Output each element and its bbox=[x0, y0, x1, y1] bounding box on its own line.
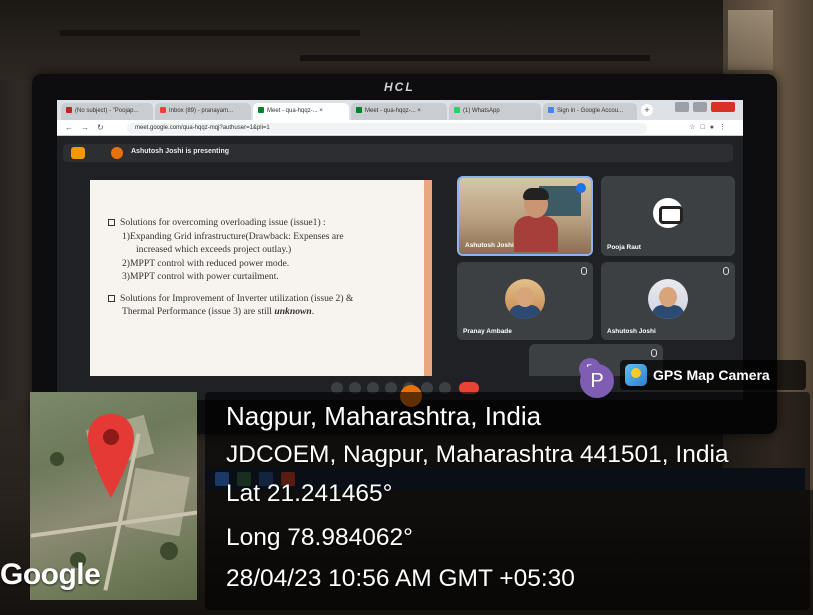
timestamp-value: 28/04/23 10:56 AM GMT +05:30 bbox=[226, 565, 575, 592]
ceiling-beam bbox=[60, 30, 360, 36]
checkbox-bullet-icon bbox=[108, 219, 115, 226]
browser-tab[interactable]: (1) WhatsApp bbox=[449, 103, 541, 120]
gps-app-name: GPS Map Camera bbox=[653, 367, 770, 383]
ceiling bbox=[0, 0, 813, 80]
participant-name: Pranay Ambade bbox=[463, 328, 512, 335]
back-arrow-icon[interactable]: ← bbox=[65, 123, 73, 132]
presenting-label: Ashutosh Joshi is presenting bbox=[131, 148, 230, 155]
participant-tile[interactable]: Pranay Ambade bbox=[457, 262, 593, 340]
new-tab-button[interactable]: + bbox=[641, 104, 653, 116]
browser-tab[interactable]: (No subject) - "Poojap... bbox=[61, 103, 153, 120]
slide-bullet: Solutions for overcoming overloading iss… bbox=[108, 216, 408, 230]
google-favicon-icon bbox=[548, 107, 554, 113]
reload-icon[interactable]: ↻ bbox=[97, 123, 104, 132]
latitude-value: Lat 21.241465° bbox=[226, 480, 393, 507]
slide-line: 1)Expanding Grid infrastructure(Drawback… bbox=[122, 230, 344, 242]
person bbox=[514, 188, 558, 252]
location-address: JDCOEM, Nagpur, Maharashtra 441501, Indi… bbox=[226, 441, 729, 468]
location-title: Nagpur, Maharashtra, India bbox=[226, 401, 542, 431]
close-window-button[interactable] bbox=[711, 102, 735, 112]
meet-favicon-icon bbox=[356, 107, 362, 113]
browser-tab[interactable]: Inbox (89) - pranayam... bbox=[155, 103, 251, 120]
gmail-favicon-icon bbox=[160, 107, 166, 113]
minimize-button[interactable] bbox=[675, 102, 689, 112]
participant-tile-active-speaker[interactable]: Ashutosh Joshi bbox=[457, 176, 593, 256]
muted-mic-icon bbox=[651, 349, 657, 357]
participant-avatar-logo bbox=[653, 198, 683, 228]
slide-line: Thermal Performance (issue 3) are still … bbox=[122, 306, 315, 317]
participant-avatar-initial: P bbox=[580, 364, 614, 398]
forward-arrow-icon[interactable]: → bbox=[81, 123, 89, 132]
participant-tile[interactable]: Ashutosh Joshi bbox=[601, 262, 735, 340]
participant-avatar bbox=[505, 279, 545, 319]
maximize-button[interactable] bbox=[693, 102, 707, 112]
meet-favicon-icon bbox=[258, 107, 264, 113]
participant-avatar bbox=[648, 279, 688, 319]
slide-line: 2)MPPT control with reduced power mode. bbox=[122, 257, 290, 269]
window-light bbox=[728, 10, 773, 70]
present-screen-icon[interactable] bbox=[71, 147, 85, 159]
browser-toolbar: ← → ↻ meet.google.com/qua-hqqz-mqj?authu… bbox=[57, 120, 743, 136]
presenter-avatar bbox=[111, 147, 123, 159]
whatsapp-favicon-icon bbox=[454, 107, 460, 113]
slide-bullet: Solutions for Improvement of Inverter ut… bbox=[108, 292, 408, 306]
browser-tab-bar: (No subject) - "Poojap... Inbox (89) - p… bbox=[57, 100, 743, 120]
presenting-banner: Ashutosh Joshi is presenting bbox=[63, 144, 733, 162]
browser-tab-active[interactable]: Meet - qua-hqqz-... × bbox=[253, 103, 349, 120]
slide-line: increased which exceeds project outlay.) bbox=[136, 244, 292, 255]
shared-slide: Solutions for overcoming overloading iss… bbox=[90, 180, 432, 395]
gmail-favicon-icon bbox=[66, 107, 72, 113]
slide-line: 3)MPPT control with power curtailment. bbox=[122, 271, 279, 282]
ceiling-beam bbox=[300, 55, 650, 61]
google-logo: Google bbox=[0, 558, 101, 591]
address-bar[interactable]: meet.google.com/qua-hqqz-mqj?authuser=1&… bbox=[127, 123, 647, 134]
participant-name: Ashutosh Joshi bbox=[465, 242, 514, 249]
checkbox-bullet-icon bbox=[108, 294, 115, 302]
gps-app-badge: GPS Map Camera bbox=[620, 360, 806, 390]
speaking-indicator-icon bbox=[576, 183, 586, 193]
longitude-value: Long 78.984062° bbox=[226, 524, 413, 551]
toolbar-icons[interactable]: ☆□●⋮ bbox=[689, 123, 731, 131]
muted-mic-icon bbox=[581, 267, 587, 275]
monitor-brand-logo: HCL bbox=[384, 80, 415, 94]
participant-name: Pooja Raut bbox=[607, 244, 641, 251]
photo-scene: HCL (No subject) - "Poojap... Inbox (89)… bbox=[0, 0, 813, 615]
participant-name: Ashutosh Joshi bbox=[607, 328, 656, 335]
map-pin-icon bbox=[88, 414, 134, 498]
monitor-screen: (No subject) - "Poojap... Inbox (89) - p… bbox=[57, 100, 743, 400]
browser-tab[interactable]: Meet - qua-hqqz-... × bbox=[351, 103, 447, 120]
gps-camera-app-icon bbox=[625, 364, 647, 386]
participant-tile[interactable]: Pooja Raut bbox=[601, 176, 735, 256]
muted-mic-icon bbox=[723, 267, 729, 275]
slide-text: Solutions for overcoming overloading iss… bbox=[108, 216, 408, 319]
browser-tab[interactable]: Sign in - Google Accou... bbox=[543, 103, 637, 120]
